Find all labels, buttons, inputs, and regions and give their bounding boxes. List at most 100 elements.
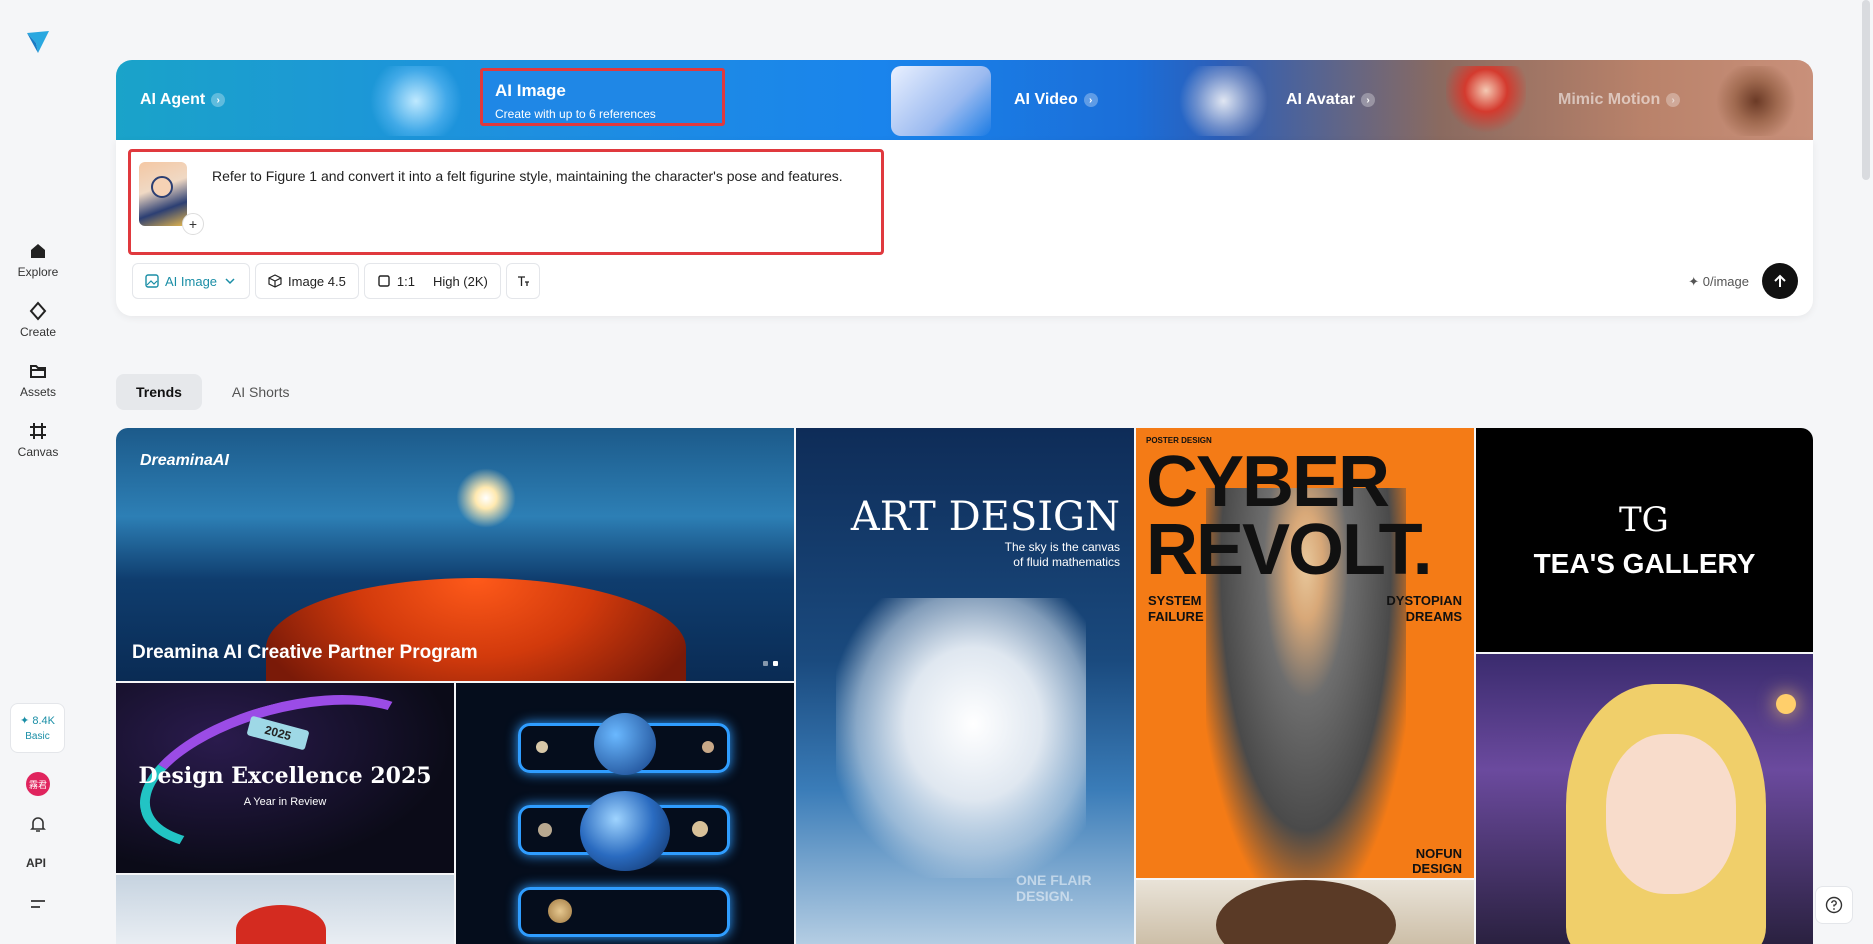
home-icon bbox=[31, 244, 45, 258]
excellence-title: Design Excellence 2025 bbox=[138, 763, 432, 789]
image-icon bbox=[145, 274, 159, 288]
mode-label: AI Image bbox=[165, 273, 218, 289]
caption-line: DESIGN bbox=[1412, 861, 1462, 876]
cyber-right-caption: DYSTOPIAN DREAMS bbox=[1386, 593, 1462, 625]
square-ratio-icon bbox=[378, 275, 390, 287]
caption-line: DREAMS bbox=[1405, 609, 1462, 624]
art-subtitle-line: The sky is the canvas bbox=[1004, 540, 1120, 554]
gallery-card-teas-gallery[interactable]: TG TEA'S GALLERY bbox=[1476, 428, 1813, 652]
glowing-star bbox=[456, 468, 516, 528]
planet bbox=[692, 821, 708, 837]
sidebar-item-canvas[interactable]: Canvas bbox=[8, 416, 68, 464]
caption-line: DYSTOPIAN bbox=[1386, 593, 1462, 608]
tab-mimic-motion[interactable]: Mimic Motion › bbox=[1558, 60, 1681, 140]
bell-icon[interactable] bbox=[28, 814, 48, 834]
carousel-dots[interactable] bbox=[763, 661, 778, 666]
ratio-quality-select[interactable]: 1:1 High (2K) bbox=[363, 263, 501, 299]
hero-caption: Dreamina AI Creative Partner Program bbox=[132, 642, 478, 663]
sidebar-item-create[interactable]: Create bbox=[8, 296, 68, 344]
mimic-illustration bbox=[1716, 66, 1796, 136]
sidebar-item-label: Canvas bbox=[17, 445, 59, 459]
video-illustration bbox=[891, 66, 991, 136]
gallery-card-planets[interactable] bbox=[456, 683, 794, 944]
mode-select[interactable]: AI Image bbox=[132, 263, 251, 299]
watermark-line: ONE FLAIR bbox=[1016, 872, 1092, 888]
gallery-card-anime-girl[interactable] bbox=[1476, 654, 1813, 944]
headline-line: CYBER bbox=[1146, 442, 1390, 522]
generation-toolbar: AI Image Image 4.5 1:1 High (2K) bbox=[132, 263, 540, 299]
cyber-bottom-caption: NOFUN DESIGN bbox=[1412, 846, 1462, 876]
tea-title: TEA'S GALLERY bbox=[1533, 548, 1756, 579]
feature-banner: AI Agent › AI Video › AI Avatar › Mimic … bbox=[116, 60, 1813, 140]
planet bbox=[548, 899, 572, 923]
tab-ai-avatar[interactable]: AI Avatar › bbox=[1286, 60, 1376, 140]
cyber-headline: CYBER REVOLT. bbox=[1146, 442, 1433, 590]
caption-line: FAILURE bbox=[1148, 609, 1204, 624]
prompt-card: + Refer to Figure 1 and convert it into … bbox=[116, 140, 1813, 316]
sidebar-item-label: Create bbox=[19, 325, 57, 339]
cost-per-image: ✦ 0/image bbox=[1688, 274, 1749, 289]
dreamina-brand: DreaminaAI bbox=[140, 452, 229, 469]
art-subtitle-line: of fluid mathematics bbox=[1013, 555, 1120, 569]
gallery-card-portrait[interactable] bbox=[1136, 880, 1474, 944]
tab-ai-image[interactable]: AI Image Create with up to 6 references bbox=[480, 68, 725, 126]
gallery-card-cyber-revolt[interactable]: POSTER DESIGN CYBER REVOLT. SYSTEM FAILU… bbox=[1136, 428, 1474, 878]
gallery-grid: DreaminaAI Dreamina AI Creative Partner … bbox=[116, 428, 1813, 944]
model-select[interactable]: Image 4.5 bbox=[255, 263, 359, 299]
cube-icon bbox=[268, 274, 282, 288]
text-style-button[interactable] bbox=[505, 263, 540, 299]
tab-ai-video[interactable]: AI Video › bbox=[1014, 60, 1098, 140]
headline-line: REVOLT. bbox=[1146, 510, 1433, 590]
menu-icon[interactable] bbox=[28, 894, 48, 914]
gallery-card-winter[interactable] bbox=[116, 875, 454, 944]
reference-image-thumbnail[interactable] bbox=[139, 162, 187, 226]
tab-trends[interactable]: Trends bbox=[116, 374, 202, 410]
red-hat bbox=[236, 905, 326, 944]
api-link[interactable]: API bbox=[26, 856, 46, 870]
add-reference-button[interactable]: + bbox=[182, 213, 204, 235]
sidebar-item-assets[interactable]: Assets bbox=[8, 356, 68, 404]
caption-line: NOFUN bbox=[1415, 846, 1462, 861]
prompt-text[interactable]: Refer to Figure 1 and convert it into a … bbox=[212, 168, 843, 184]
gallery-card-creative-partner[interactable]: DreaminaAI Dreamina AI Creative Partner … bbox=[116, 428, 794, 681]
question-icon bbox=[1825, 896, 1843, 914]
page-scrollbar[interactable] bbox=[1862, 0, 1870, 180]
agent-illustration bbox=[366, 66, 466, 136]
carousel-dot-active[interactable] bbox=[773, 661, 778, 666]
tab-subtitle: Create with up to 6 references bbox=[495, 107, 656, 121]
planet bbox=[702, 741, 714, 753]
planet bbox=[538, 823, 552, 837]
quality-label: High (2K) bbox=[432, 273, 488, 289]
sidebar-item-label: Assets bbox=[19, 385, 56, 399]
generate-button[interactable] bbox=[1762, 263, 1798, 299]
gallery-card-design-excellence[interactable]: 2025 Design Excellence 2025 A Year in Re… bbox=[116, 683, 454, 873]
tab-label: AI Video bbox=[1014, 91, 1078, 108]
dreamina-home: Explore Create Assets Canvas ✦ 8.4K Basi… bbox=[0, 0, 1873, 944]
tab-label: AI Image bbox=[495, 81, 566, 100]
text-format-icon bbox=[517, 276, 529, 286]
chevron-right-icon: › bbox=[211, 93, 226, 107]
credits-amount: ✦ 8.4K bbox=[20, 715, 55, 727]
sparkle-icon bbox=[29, 301, 47, 321]
portrait-face bbox=[1216, 880, 1396, 944]
prompt-input-area[interactable]: + Refer to Figure 1 and convert it into … bbox=[128, 149, 884, 255]
gallery-card-art-design[interactable]: ART DESIGN The sky is the canvas of flui… bbox=[796, 428, 1134, 944]
carousel-dot[interactable] bbox=[763, 661, 768, 666]
sidebar-item-explore[interactable]: Explore bbox=[8, 236, 68, 284]
help-button[interactable] bbox=[1815, 886, 1853, 924]
tab-ai-shorts[interactable]: AI Shorts bbox=[212, 374, 310, 410]
avatar[interactable]: 霧君 bbox=[26, 772, 50, 796]
ratio-label: 1:1 bbox=[396, 273, 415, 289]
lamp bbox=[1776, 694, 1796, 714]
art-title: ART DESIGN bbox=[850, 494, 1120, 540]
white-eagle bbox=[836, 598, 1086, 878]
sidebar: Explore Create Assets Canvas ✦ 8.4K Basi… bbox=[0, 0, 76, 944]
planet bbox=[536, 741, 548, 753]
art-watermark: ONE FLAIR DESIGN. bbox=[1016, 872, 1091, 904]
chevron-right-icon: › bbox=[1361, 93, 1376, 107]
tab-ai-agent[interactable]: AI Agent › bbox=[140, 60, 226, 140]
credits-badge[interactable]: ✦ 8.4K Basic bbox=[10, 703, 65, 753]
dreamina-logo-icon[interactable] bbox=[24, 28, 52, 56]
planet bbox=[594, 713, 656, 775]
folder-icon bbox=[30, 365, 46, 378]
